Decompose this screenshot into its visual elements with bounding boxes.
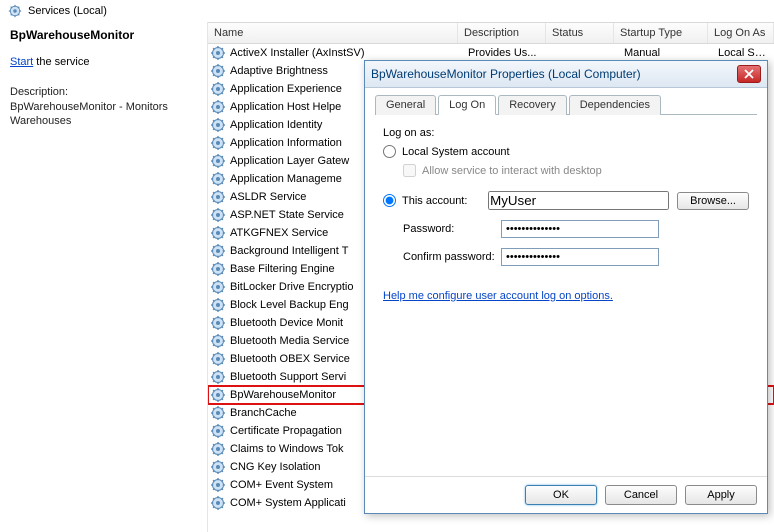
gear-icon xyxy=(210,369,226,385)
panel-header: Services (Local) xyxy=(0,0,774,22)
start-service-link[interactable]: Start xyxy=(10,56,33,68)
gear-icon xyxy=(210,225,226,241)
gear-icon xyxy=(210,63,226,79)
tab-recovery[interactable]: Recovery xyxy=(498,95,566,115)
gear-icon xyxy=(210,261,226,277)
local-system-label: Local System account xyxy=(402,146,510,158)
col-header-status[interactable]: Status xyxy=(546,23,614,43)
cancel-button[interactable]: Cancel xyxy=(605,485,677,505)
gear-icon xyxy=(210,477,226,493)
allow-interact-label: Allow service to interact with desktop xyxy=(422,165,602,177)
gear-icon xyxy=(210,351,226,367)
browse-button[interactable]: Browse... xyxy=(677,192,749,210)
gear-icon xyxy=(210,315,226,331)
gear-icon xyxy=(210,495,226,511)
panel-title: Services (Local) xyxy=(28,5,107,17)
gear-icon xyxy=(210,81,226,97)
dialog-title: BpWarehouseMonitor Properties (Local Com… xyxy=(371,67,641,81)
properties-dialog: BpWarehouseMonitor Properties (Local Com… xyxy=(364,60,768,514)
password-label: Password: xyxy=(383,223,501,235)
gear-icon xyxy=(210,45,226,61)
gear-icon xyxy=(210,297,226,313)
gear-icon xyxy=(210,171,226,187)
gear-icon xyxy=(210,459,226,475)
gear-icon xyxy=(210,153,226,169)
apply-button[interactable]: Apply xyxy=(685,485,757,505)
col-header-logon[interactable]: Log On As xyxy=(708,23,774,43)
gear-icon xyxy=(210,441,226,457)
gear-icon xyxy=(210,279,226,295)
tabstrip: General Log On Recovery Dependencies xyxy=(375,94,757,115)
col-header-name[interactable]: Name xyxy=(208,23,458,43)
col-header-startup[interactable]: Startup Type xyxy=(614,23,708,43)
close-button[interactable] xyxy=(737,65,761,83)
service-logon-cell: Local Syste... xyxy=(718,47,770,59)
services-icon xyxy=(8,4,22,18)
details-pane: BpWarehouseMonitor Start the service Des… xyxy=(0,22,208,532)
confirm-password-input[interactable] xyxy=(501,248,659,266)
help-link[interactable]: Help me configure user account log on op… xyxy=(383,290,613,302)
column-headers: Name Description Status Startup Type Log… xyxy=(208,22,774,44)
description-text: BpWarehouseMonitor - Monitors Warehouses xyxy=(10,100,197,129)
account-input[interactable] xyxy=(488,191,669,210)
gear-icon xyxy=(210,189,226,205)
dialog-buttons: OK Cancel Apply xyxy=(365,476,767,513)
checkbox-allow-interact xyxy=(403,164,416,177)
gear-icon xyxy=(210,387,226,403)
service-desc-cell: Provides Us... xyxy=(468,47,556,59)
selected-service-name: BpWarehouseMonitor xyxy=(10,28,197,42)
start-service-suffix: the service xyxy=(33,56,89,68)
gear-icon xyxy=(210,207,226,223)
ok-button[interactable]: OK xyxy=(525,485,597,505)
gear-icon xyxy=(210,333,226,349)
radio-this-account[interactable] xyxy=(383,194,396,207)
gear-icon xyxy=(210,405,226,421)
service-startup-cell: Manual xyxy=(624,47,718,59)
confirm-password-label: Confirm password: xyxy=(383,251,501,263)
gear-icon xyxy=(210,243,226,259)
col-header-description[interactable]: Description xyxy=(458,23,546,43)
gear-icon xyxy=(210,135,226,151)
tab-dependencies[interactable]: Dependencies xyxy=(569,95,661,115)
gear-icon xyxy=(210,117,226,133)
service-action-line: Start the service xyxy=(10,56,197,68)
service-name-cell: ActiveX Installer (AxInstSV) xyxy=(230,47,468,59)
dialog-titlebar[interactable]: BpWarehouseMonitor Properties (Local Com… xyxy=(365,61,767,88)
tab-logon[interactable]: Log On xyxy=(438,95,496,115)
radio-local-system[interactable] xyxy=(383,145,396,158)
close-icon xyxy=(744,69,754,79)
description-label: Description: xyxy=(10,86,197,98)
password-input[interactable] xyxy=(501,220,659,238)
this-account-label: This account: xyxy=(402,195,488,207)
gear-icon xyxy=(210,423,226,439)
tab-general[interactable]: General xyxy=(375,95,436,115)
gear-icon xyxy=(210,99,226,115)
logon-as-label: Log on as: xyxy=(383,127,749,139)
